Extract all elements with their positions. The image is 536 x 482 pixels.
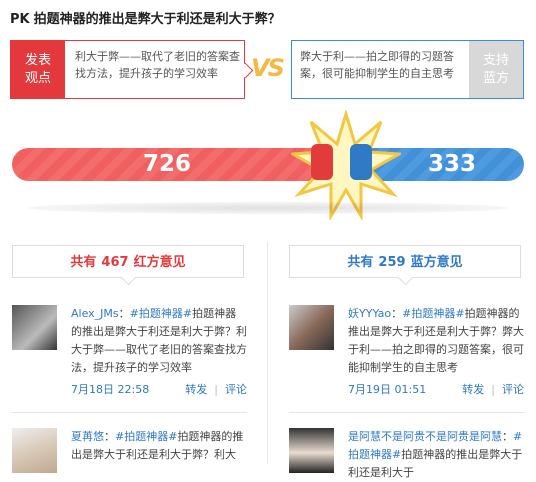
post-meta: 7月19日 01:51 转发 | 评论 (348, 383, 524, 396)
post-user[interactable]: 是阿慧不是阿贵不是阿贵是阿慧 (348, 430, 502, 443)
red-score: 726 (143, 151, 192, 177)
debate-question: 拍题神器的推出是弊大于利还是利大于弊？ (33, 12, 281, 27)
post-time[interactable]: 7月18日 22:58 (71, 383, 149, 396)
post-user[interactable]: Alex_JMs (71, 307, 119, 320)
blue-fist-icon (350, 144, 372, 180)
red-argument: 利大于弊——取代了老旧的答案查找方法，提升孩子的学习效率 (75, 50, 240, 80)
comment-link[interactable]: 评论 (225, 383, 247, 396)
column-divider (267, 242, 268, 464)
post-separator (12, 412, 247, 413)
avatar[interactable] (12, 428, 57, 473)
post-topic[interactable]: #拍题神器# (402, 307, 464, 320)
forward-link[interactable]: 转发 (462, 383, 484, 396)
blue-score: 333 (428, 151, 477, 177)
tab-blue-opinions[interactable]: 共有 259 蓝方意见 (289, 245, 521, 278)
forward-link[interactable]: 转发 (185, 383, 207, 396)
red-side-panel: 发表 观点 利大于弊——取代了老旧的答案查找方法，提升孩子的学习效率 (10, 40, 245, 99)
support-blue-button[interactable]: 支持 蓝方 (469, 41, 523, 98)
post-topic[interactable]: #拍题神器# (115, 430, 177, 443)
avatar[interactable] (289, 428, 334, 473)
tab-red-opinions[interactable]: 共有 467 红方意见 (12, 245, 244, 278)
page-title: PK 拍题神器的推出是弊大于利还是利大于弊？ (10, 8, 281, 27)
post-topic[interactable]: #拍题神器# (130, 307, 192, 320)
pk-label: PK (10, 12, 30, 27)
bar-shadow (28, 202, 508, 214)
post-text: 妖YYYao：#拍题神器#拍题神器的推出是弊大于利还是利大于弊？弊大于利——拍之… (348, 307, 524, 374)
avatar[interactable] (12, 305, 57, 350)
post-separator (289, 412, 524, 413)
post-text: 夏苒悠：#拍题神器#拍题神器的推出是弊大于利还是利大于弊？利大 (71, 430, 244, 461)
red-fist-icon (311, 144, 333, 180)
vs-label: VS (251, 54, 285, 82)
post-meta: 7月18日 22:58 转发 | 评论 (71, 383, 247, 396)
avatar[interactable] (289, 305, 334, 350)
post-text: 是阿慧不是阿贵不是阿贵是阿慧：#拍题神器#拍题神器的推出是弊大于利还是利大于 (348, 430, 523, 479)
blue-argument: 弊大于利——拍之即得的习题答案，很可能抑制学生的自主思考 (300, 50, 454, 80)
post-time[interactable]: 7月19日 01:51 (348, 383, 426, 396)
post-user[interactable]: 夏苒悠 (71, 430, 104, 443)
post-user[interactable]: 妖YYYao (348, 307, 391, 320)
blue-side-panel: 弊大于利——拍之即得的习题答案，很可能抑制学生的自主思考 支持 蓝方 (291, 40, 524, 99)
comment-link[interactable]: 评论 (502, 383, 524, 396)
post-text: Alex_JMs：#拍题神器#拍题神器的推出是弊大于利还是利大于弊？利大于弊——… (71, 307, 247, 374)
post-opinion-button[interactable]: 发表 观点 (11, 41, 65, 98)
